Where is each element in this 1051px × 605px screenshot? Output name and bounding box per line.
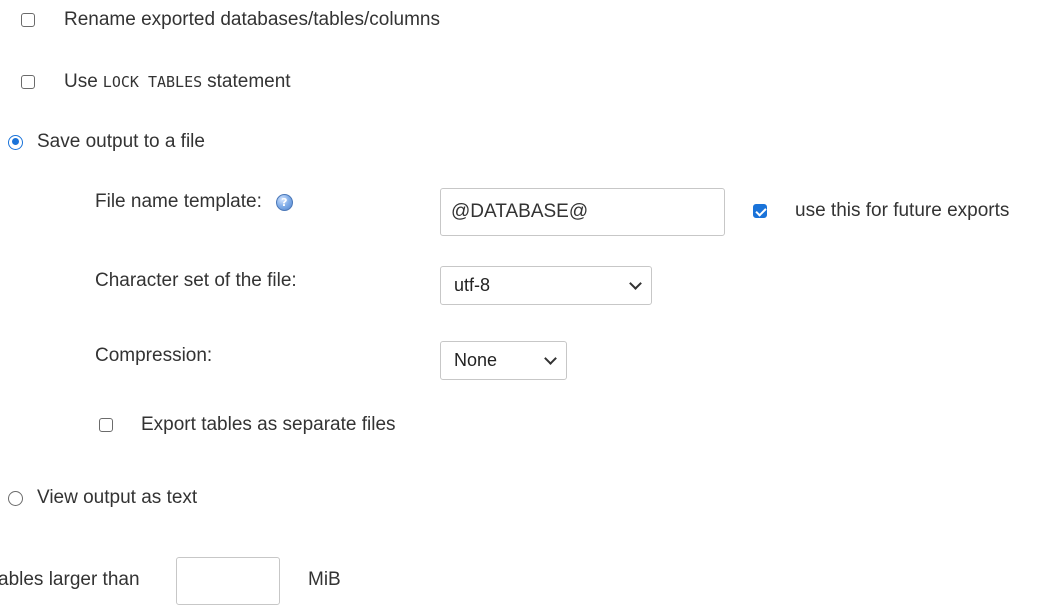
file-name-template-input[interactable] xyxy=(440,188,725,236)
view-as-text-radio[interactable] xyxy=(8,490,23,506)
lock-tables-suffix: statement xyxy=(207,71,291,92)
lock-tables-prefix: Use xyxy=(64,71,98,92)
save-to-file-label: Save output to a file xyxy=(37,131,205,152)
rename-option: Rename exported databases/tables/columns xyxy=(21,9,440,31)
use-for-future-checkbox[interactable] xyxy=(753,204,767,218)
skip-tables-size-input[interactable] xyxy=(176,557,280,605)
use-for-future-option: use this for future exports xyxy=(753,200,1009,222)
skip-tables-label-row: ables larger than xyxy=(0,569,140,591)
skip-tables-unit-row: MiB xyxy=(308,569,341,591)
charset-select[interactable]: utf-8 xyxy=(440,266,652,305)
rename-checkbox[interactable] xyxy=(21,13,35,27)
separate-files-option: Export tables as separate files xyxy=(99,414,396,436)
charset-value: utf-8 xyxy=(454,275,491,295)
file-name-template-label: File name template: xyxy=(95,191,262,212)
view-as-text-label: View output as text xyxy=(37,487,198,508)
charset-label-row: Character set of the file: xyxy=(95,270,297,292)
compression-label-row: Compression: xyxy=(95,345,212,367)
chevron-down-icon xyxy=(544,352,557,365)
lock-tables-option: Use LOCK TABLES statement xyxy=(21,71,291,93)
separate-files-label: Export tables as separate files xyxy=(141,414,396,435)
help-icon[interactable]: ? xyxy=(275,193,293,211)
compression-label: Compression: xyxy=(95,345,213,366)
use-for-future-label: use this for future exports xyxy=(795,200,1010,221)
compression-value: None xyxy=(454,350,498,370)
skip-tables-unit: MiB xyxy=(308,569,341,590)
separate-files-checkbox[interactable] xyxy=(99,418,113,432)
compression-select[interactable]: None xyxy=(440,341,567,380)
charset-label: Character set of the file: xyxy=(95,270,297,291)
lock-tables-checkbox[interactable] xyxy=(21,75,35,89)
rename-label: Rename exported databases/tables/columns xyxy=(64,9,441,30)
lock-tables-code: LOCK TABLES xyxy=(102,73,203,91)
skip-tables-label: ables larger than xyxy=(0,569,140,590)
chevron-down-icon xyxy=(629,277,642,290)
file-name-template-label-row: File name template: ? xyxy=(95,191,293,213)
save-to-file-radio[interactable] xyxy=(8,134,23,150)
view-as-text-option: View output as text xyxy=(8,487,197,509)
save-to-file-option: Save output to a file xyxy=(8,131,205,153)
